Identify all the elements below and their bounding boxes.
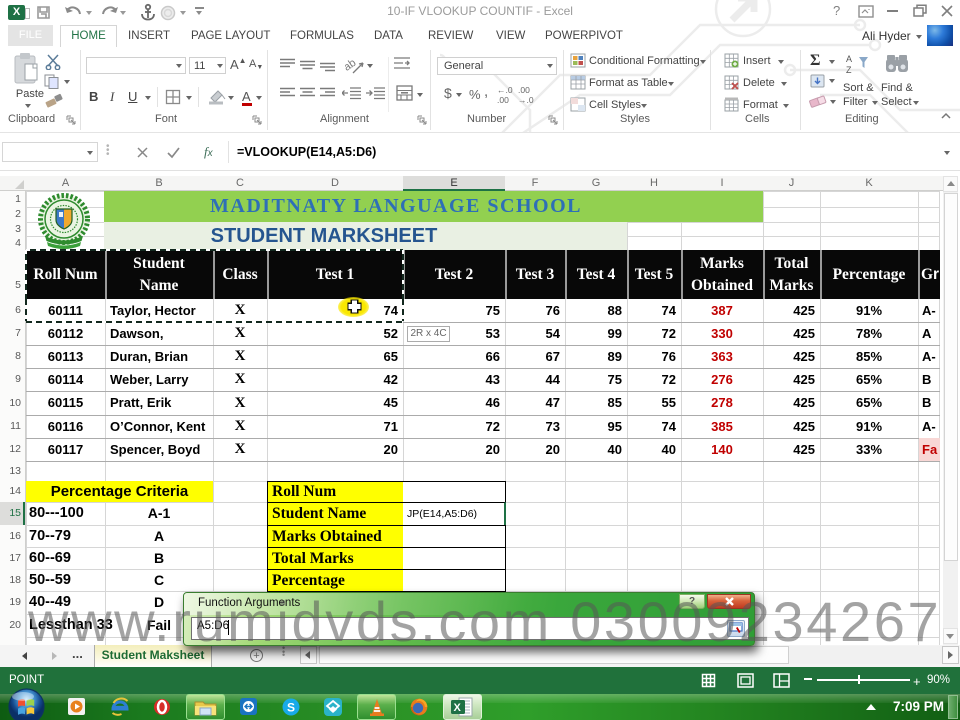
svg-text:X: X (454, 702, 462, 714)
svg-text:Z: Z (846, 65, 852, 75)
svg-text:A: A (846, 54, 852, 64)
svg-text:S: S (287, 701, 295, 715)
svg-text:ab: ab (345, 57, 358, 74)
